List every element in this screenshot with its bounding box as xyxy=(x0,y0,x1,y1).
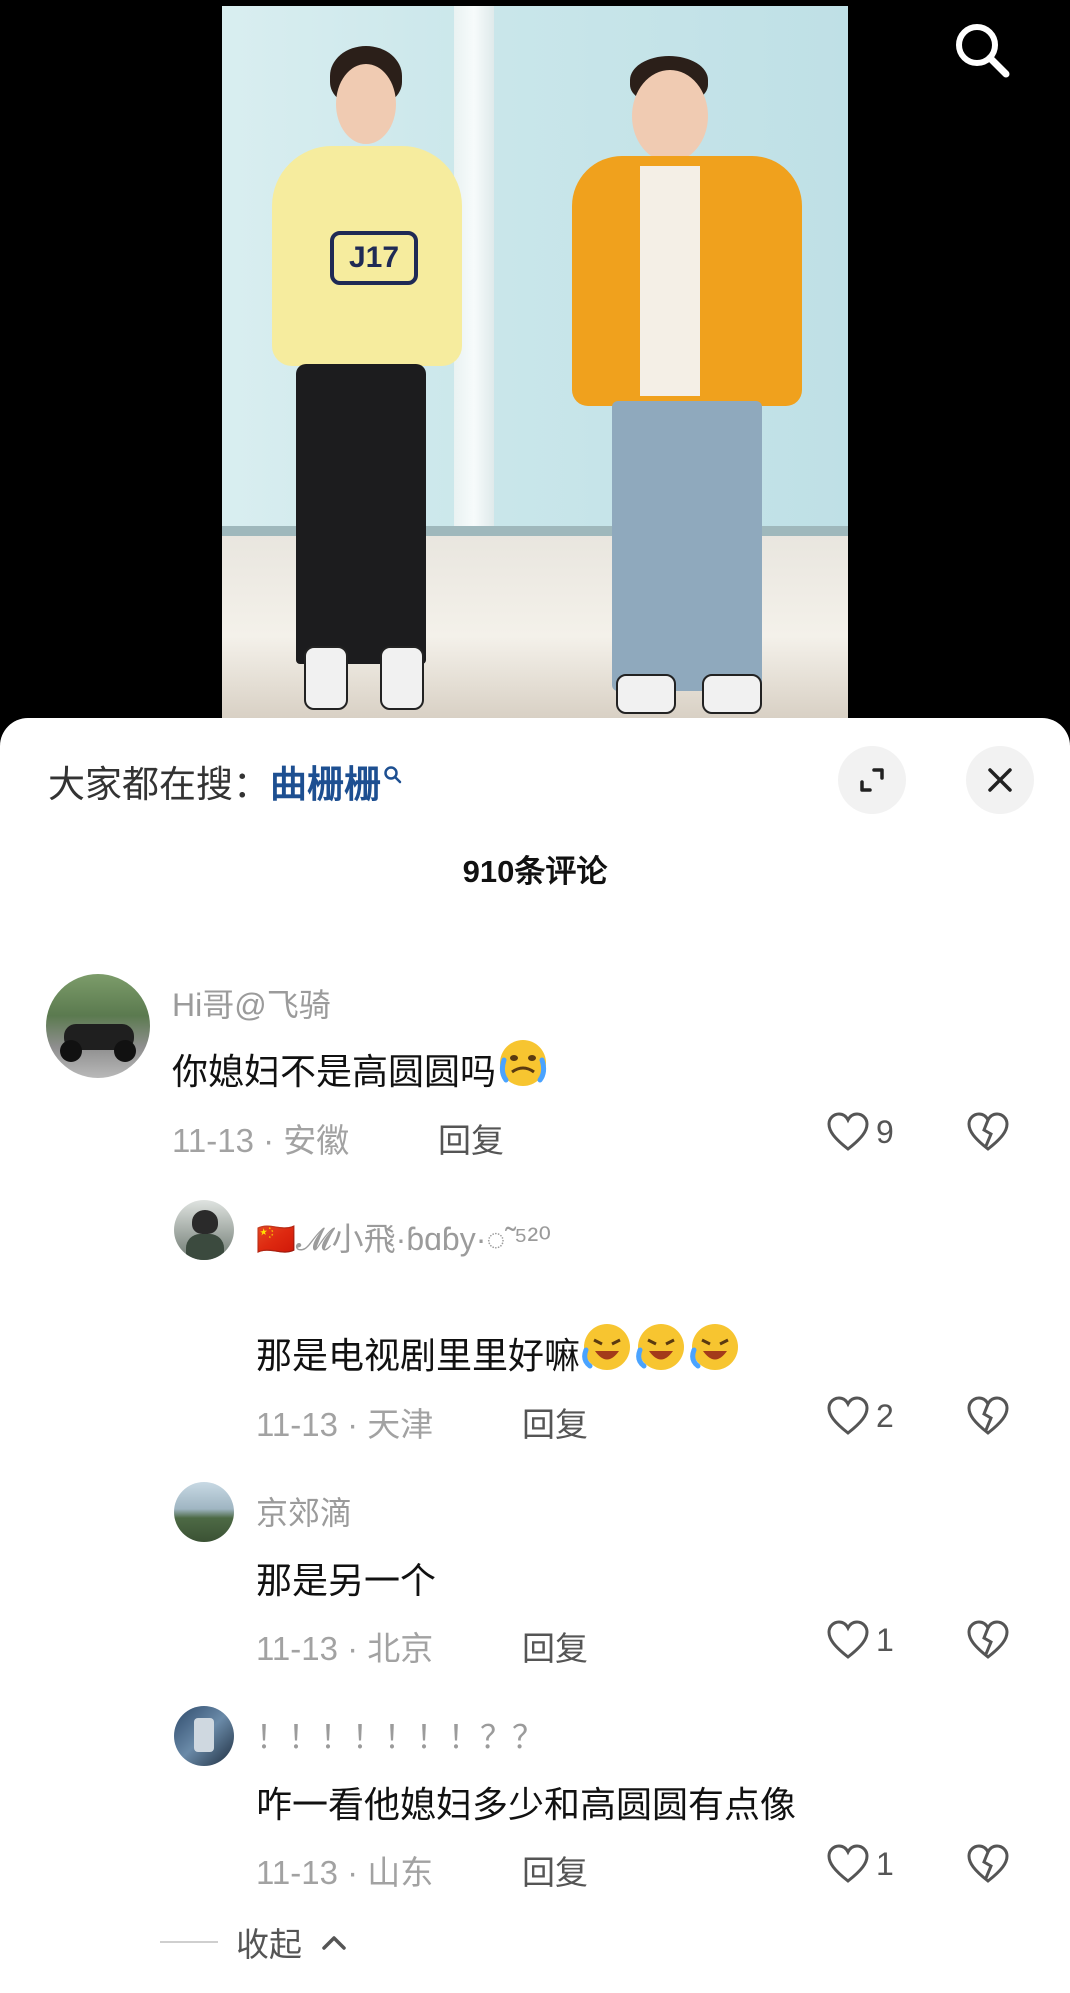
comment-date: 11-13 xyxy=(256,1406,338,1443)
comment-meta: 11-13 · 山东 xyxy=(256,1846,433,1894)
comment-username[interactable]: 🇨🇳𝓜小飛·ɓɑɓу·◌̃ ⁵²⁰ xyxy=(256,1214,551,1260)
comment-date: 11-13 xyxy=(172,1122,254,1159)
meta-separator: · xyxy=(253,1122,284,1159)
reply-button[interactable]: 回复 xyxy=(522,1622,588,1670)
like-button[interactable]: 1 xyxy=(826,1844,894,1884)
search-icon xyxy=(384,766,402,784)
divider xyxy=(160,1941,218,1943)
reply-button[interactable]: 回复 xyxy=(522,1846,588,1894)
expand-icon xyxy=(860,768,884,792)
comment-date: 11-13 xyxy=(256,1630,338,1667)
reply-button[interactable]: 回复 xyxy=(438,1114,504,1162)
meta-separator: · xyxy=(337,1406,368,1443)
dislike-button[interactable] xyxy=(966,1396,1010,1441)
comment-text: 那是电视剧里里好嘛 xyxy=(256,1320,742,1379)
like-button[interactable]: 1 xyxy=(826,1620,894,1660)
search-suggestion-term[interactable]: 曲栅栅 xyxy=(270,764,381,805)
comment-location: 天津 xyxy=(367,1406,434,1443)
like-button[interactable]: 2 xyxy=(826,1396,894,1436)
comment-location: 山东 xyxy=(367,1854,434,1891)
comment-username[interactable]: Hi哥@飞骑 xyxy=(172,980,331,1026)
comment-username[interactable]: 京郊滴 xyxy=(256,1488,352,1534)
comment-meta: 11-13 · 北京 xyxy=(256,1622,433,1670)
dislike-button[interactable] xyxy=(966,1844,1010,1889)
collapse-label: 收起 xyxy=(236,1926,302,1963)
rofl-face-icon xyxy=(636,1324,685,1370)
avatar[interactable] xyxy=(174,1200,234,1260)
reply-button[interactable]: 回复 xyxy=(522,1398,588,1446)
broken-heart-icon xyxy=(967,1620,1009,1659)
heart-icon xyxy=(827,1396,869,1435)
crying-face-icon xyxy=(499,1040,547,1086)
video-frame[interactable]: J17 xyxy=(222,6,848,719)
chevron-up-icon xyxy=(322,1936,346,1950)
comment-username[interactable]: ！！！！！！！？？ xyxy=(256,1712,544,1758)
avatar[interactable] xyxy=(174,1706,234,1766)
like-button[interactable]: 9 xyxy=(826,1112,894,1152)
like-count: 2 xyxy=(876,1397,894,1434)
heart-icon xyxy=(827,1844,869,1883)
avatar[interactable] xyxy=(174,1482,234,1542)
search-suggestion-prefix: 大家都在搜： xyxy=(48,764,270,805)
comment-location: 安徽 xyxy=(283,1122,350,1159)
broken-heart-icon xyxy=(967,1396,1009,1435)
search-suggestion[interactable]: 大家都在搜：曲栅栅 xyxy=(48,754,403,808)
rofl-face-icon xyxy=(582,1324,631,1370)
like-count: 9 xyxy=(876,1113,894,1150)
meta-separator: · xyxy=(337,1630,368,1667)
dislike-button[interactable] xyxy=(966,1112,1010,1157)
comment-text: 你媳妇不是高圆圆吗 xyxy=(172,1036,550,1095)
video-person-woman: J17 xyxy=(252,46,472,710)
avatar[interactable] xyxy=(46,974,150,1078)
like-count: 1 xyxy=(876,1621,894,1658)
dislike-button[interactable] xyxy=(966,1620,1010,1665)
comment-text: 咋一看他媳妇多少和高圆圆有点像 xyxy=(256,1784,797,1825)
heart-icon xyxy=(827,1112,869,1151)
collapse-replies-button[interactable]: 收起 xyxy=(160,1918,348,1966)
comment-count-title: 910条评论 xyxy=(462,854,608,889)
comment-date: 11-13 xyxy=(256,1854,338,1891)
expand-button[interactable] xyxy=(838,746,906,814)
comment-location: 北京 xyxy=(367,1630,434,1667)
comment-text-body: 那是电视剧里里好嘛 xyxy=(256,1335,581,1376)
comment-meta: 11-13 · 安徽 xyxy=(172,1114,349,1162)
broken-heart-icon xyxy=(967,1112,1009,1151)
comment-meta: 11-13 · 天津 xyxy=(256,1398,433,1446)
comment-sheet: 大家都在搜：曲栅栅 910条评论 Hi哥@飞骑 你媳妇不是高圆圆吗 11-13 … xyxy=(0,718,1070,1993)
meta-separator: · xyxy=(337,1854,368,1891)
comment-text: 那是另一个 xyxy=(256,1560,437,1601)
close-icon xyxy=(988,768,1012,792)
rofl-face-icon xyxy=(690,1324,739,1370)
search-icon xyxy=(956,24,1010,78)
broken-heart-icon xyxy=(967,1844,1009,1883)
close-button[interactable] xyxy=(966,746,1034,814)
heart-icon xyxy=(827,1620,869,1659)
search-button[interactable] xyxy=(950,18,1012,80)
video-person-man xyxy=(552,56,812,716)
like-count: 1 xyxy=(876,1845,894,1882)
comment-text-body: 你媳妇不是高圆圆吗 xyxy=(172,1051,497,1092)
